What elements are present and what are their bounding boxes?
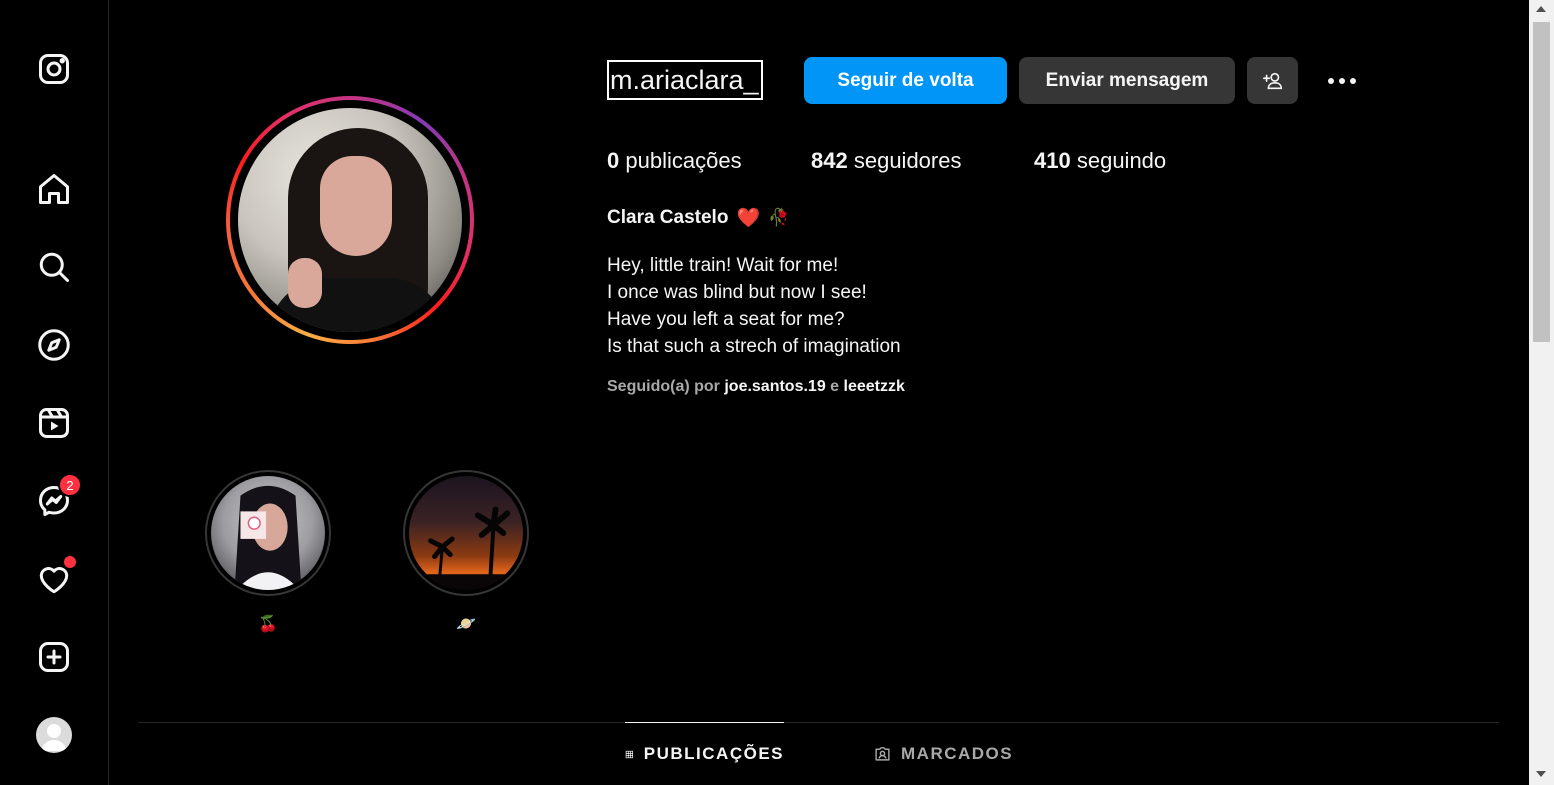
tabs-divider	[138, 722, 1499, 723]
story-highlight[interactable]: 🍒	[205, 470, 331, 634]
send-message-button[interactable]: Enviar mensagem	[1019, 57, 1235, 104]
highlight-label: 🪐	[456, 616, 476, 633]
notification-dot	[64, 556, 76, 568]
followed-by[interactable]: Seguido(a) por joe.santos.19 e leeetzzk	[607, 378, 905, 396]
sidebar: 2	[0, 0, 109, 785]
messenger-icon[interactable]: 2	[34, 473, 82, 521]
scroll-up-arrow[interactable]	[1536, 6, 1546, 12]
home-icon[interactable]	[34, 169, 74, 209]
explore-icon[interactable]	[34, 325, 74, 365]
tab-posts[interactable]: PUBLICAÇÕES	[625, 722, 784, 785]
bio: Hey, little train! Wait for me! I once w…	[607, 252, 901, 360]
grid-icon	[625, 750, 634, 758]
heart-emoji: ❤️	[736, 208, 761, 229]
story-highlight[interactable]: 🪐	[403, 470, 529, 634]
profile-avatar[interactable]	[34, 715, 74, 755]
follower-link[interactable]: joe.santos.19	[724, 378, 825, 395]
following-count[interactable]: 410 seguindo	[1034, 148, 1166, 174]
more-dot	[1328, 78, 1334, 84]
bio-line: I once was blind but now I see!	[607, 282, 867, 303]
search-icon[interactable]	[34, 247, 74, 287]
tab-tagged[interactable]: MARCADOS	[874, 722, 1013, 785]
reels-icon[interactable]	[34, 403, 74, 443]
posts-count: 0 publicações	[607, 148, 742, 173]
rose-emoji: 🥀	[768, 208, 790, 227]
follower-link[interactable]: leeetzzk	[844, 378, 905, 395]
scrollbar[interactable]	[1529, 0, 1554, 785]
more-dot	[1350, 78, 1356, 84]
profile-picture[interactable]	[226, 96, 474, 344]
bio-line: Have you left a seat for me?	[607, 309, 845, 330]
scroll-thumb[interactable]	[1533, 22, 1550, 342]
suggest-users-button[interactable]	[1247, 57, 1298, 104]
highlight-label: 🍒	[258, 616, 278, 633]
follow-back-button[interactable]: Seguir de volta	[804, 57, 1007, 104]
more-dot	[1339, 78, 1345, 84]
scroll-down-arrow[interactable]	[1536, 771, 1546, 777]
tagged-icon	[875, 747, 890, 761]
instagram-logo-icon[interactable]	[34, 49, 74, 89]
create-icon[interactable]	[34, 637, 74, 677]
heart-icon[interactable]	[34, 556, 76, 599]
more-options-button[interactable]	[1322, 68, 1362, 94]
full-name: Clara Castelo ❤️ 🥀	[607, 207, 790, 229]
bio-line: Is that such a strech of imagination	[607, 336, 901, 357]
messages-badge: 2	[58, 473, 82, 497]
bio-line: Hey, little train! Wait for me!	[607, 255, 839, 276]
followers-count[interactable]: 842 seguidores	[811, 148, 961, 174]
add-user-icon	[1262, 72, 1282, 89]
username: m.ariaclara_	[607, 60, 763, 100]
